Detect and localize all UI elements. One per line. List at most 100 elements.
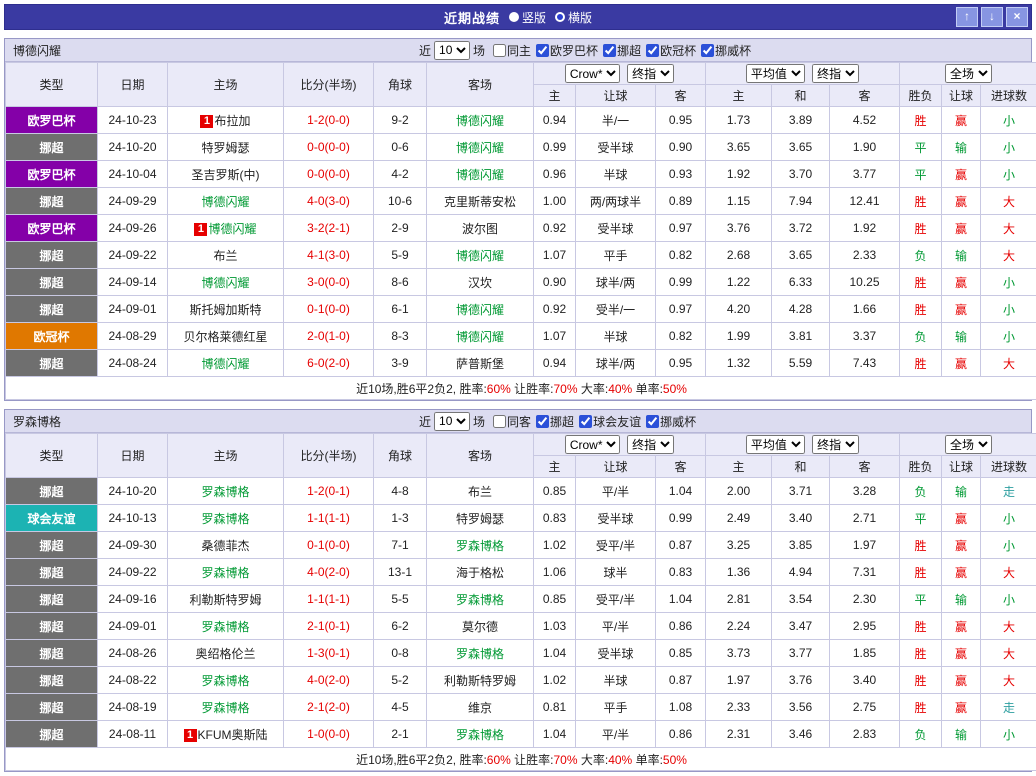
- section-header: 罗森博格 近 10 场 同客挪超球会友谊挪威杯: [5, 410, 1031, 433]
- match-row: 挪超24-09-22罗森博格4-0(2-0)13-1海于格松1.06球半0.83…: [6, 559, 1036, 586]
- corner-score: 0-6: [374, 134, 427, 161]
- competition-filter-1-checkbox[interactable]: [603, 44, 616, 57]
- avg-away: 4.52: [830, 107, 900, 134]
- avg-home: 1.97: [706, 667, 772, 694]
- competition-filter-0[interactable]: 欧罗巴杯: [536, 42, 598, 59]
- average-final-select[interactable]: 终指: [812, 64, 859, 83]
- odds-source-select[interactable]: Crow*: [565, 64, 620, 83]
- away-team: 博德闪耀: [427, 161, 534, 188]
- scope-select[interactable]: 全场: [945, 435, 992, 454]
- summary-value: 60%: [487, 382, 511, 396]
- up-arrow-icon: ↑: [964, 9, 970, 23]
- goals-result-cell: 小: [981, 505, 1036, 532]
- avg-draw: 3.71: [772, 478, 830, 505]
- col-type: 类型: [6, 434, 98, 478]
- same-venue-filter-checkbox[interactable]: [493, 44, 506, 57]
- recent-label: 近: [419, 413, 431, 430]
- odds-final-select[interactable]: 终指: [627, 435, 674, 454]
- score-cell: 6-0(2-0): [284, 350, 374, 377]
- goals-result-cell: 小: [981, 323, 1036, 350]
- match-date: 24-08-11: [98, 721, 168, 748]
- layout-option-horizontal[interactable]: 横版: [555, 9, 592, 26]
- competition-filter-2-checkbox[interactable]: [646, 415, 659, 428]
- odds-source-select[interactable]: Crow*: [565, 435, 620, 454]
- average-select[interactable]: 平均值: [746, 64, 805, 83]
- recent-count-select[interactable]: 10: [434, 41, 470, 60]
- league-badge: 欧罗巴杯: [6, 107, 98, 134]
- avg-away: 3.37: [830, 323, 900, 350]
- competition-filter-3-checkbox[interactable]: [701, 44, 714, 57]
- odds-home: 1.02: [534, 532, 576, 559]
- competition-filter-2[interactable]: 挪威杯: [646, 413, 696, 430]
- match-date: 24-08-24: [98, 350, 168, 377]
- home-team: 罗森博格: [168, 613, 284, 640]
- games-label: 场: [473, 413, 485, 430]
- odds-handicap: 平/半: [576, 721, 656, 748]
- section-header: 博德闪耀 近 10 场 同主欧罗巴杯挪超欧冠杯挪威杯: [5, 39, 1031, 62]
- scope-select[interactable]: 全场: [945, 64, 992, 83]
- away-team: 特罗姆瑟: [427, 505, 534, 532]
- competition-filter-3[interactable]: 挪威杯: [701, 42, 751, 59]
- games-label: 场: [473, 42, 485, 59]
- odds-handicap: 受半球: [576, 134, 656, 161]
- move-up-button[interactable]: ↑: [956, 7, 978, 27]
- odds-away: 0.99: [656, 269, 706, 296]
- avg-away: 3.40: [830, 667, 900, 694]
- score-cell: 4-0(3-0): [284, 188, 374, 215]
- outcome-cell: 负: [900, 242, 942, 269]
- avg-away: 7.31: [830, 559, 900, 586]
- competition-filter-0-checkbox[interactable]: [536, 44, 549, 57]
- avg-home: 3.25: [706, 532, 772, 559]
- odds-home: 1.03: [534, 613, 576, 640]
- away-team: 博德闪耀: [427, 296, 534, 323]
- col-away: 客场: [427, 434, 534, 478]
- same-venue-filter[interactable]: 同客: [493, 413, 531, 430]
- competition-filter-2[interactable]: 欧冠杯: [646, 42, 696, 59]
- competition-filter-1[interactable]: 球会友谊: [579, 413, 641, 430]
- competition-filter-0[interactable]: 挪超: [536, 413, 574, 430]
- odds-final-select[interactable]: 终指: [627, 64, 674, 83]
- league-badge: 挪超: [6, 134, 98, 161]
- home-team: 1博德闪耀: [168, 215, 284, 242]
- subcol-handicap-result: 让球: [942, 85, 981, 107]
- goals-result-cell: 大: [981, 350, 1036, 377]
- corner-score: 6-2: [374, 613, 427, 640]
- recent-count-select[interactable]: 10: [434, 412, 470, 431]
- match-date: 24-10-13: [98, 505, 168, 532]
- close-button[interactable]: ×: [1006, 7, 1028, 27]
- match-row: 挪超24-09-01罗森博格2-1(0-1)6-2莫尔德1.03平/半0.862…: [6, 613, 1036, 640]
- avg-draw: 3.65: [772, 242, 830, 269]
- avg-away: 1.90: [830, 134, 900, 161]
- match-date: 24-10-20: [98, 478, 168, 505]
- match-date: 24-09-01: [98, 613, 168, 640]
- move-down-button[interactable]: ↓: [981, 7, 1003, 27]
- same-venue-filter-checkbox[interactable]: [493, 415, 506, 428]
- competition-filter-1[interactable]: 挪超: [603, 42, 641, 59]
- same-venue-filter[interactable]: 同主: [493, 42, 531, 59]
- handicap-result-cell: 赢: [942, 613, 981, 640]
- col-home: 主场: [168, 434, 284, 478]
- odds-home: 1.02: [534, 667, 576, 694]
- competition-filter-0-checkbox[interactable]: [536, 415, 549, 428]
- odds-handicap: 受半球: [576, 640, 656, 667]
- goals-result-cell: 小: [981, 586, 1036, 613]
- competition-filter-1-checkbox[interactable]: [579, 415, 592, 428]
- away-team: 博德闪耀: [427, 134, 534, 161]
- avg-draw: 3.77: [772, 640, 830, 667]
- odds-handicap: 受平/半: [576, 532, 656, 559]
- match-date: 24-09-30: [98, 532, 168, 559]
- avg-home: 1.92: [706, 161, 772, 188]
- competition-filter-2-checkbox[interactable]: [646, 44, 659, 57]
- panel-title: 近期战绩: [444, 8, 500, 27]
- average-select[interactable]: 平均值: [746, 435, 805, 454]
- competition-filter-1-label: 球会友谊: [593, 413, 641, 430]
- layout-option-vertical[interactable]: 竖版: [509, 9, 546, 26]
- summary-label: 单率:: [632, 382, 663, 396]
- match-date: 24-09-22: [98, 242, 168, 269]
- handicap-result-cell: 输: [942, 134, 981, 161]
- league-badge: 挪超: [6, 532, 98, 559]
- average-final-select[interactable]: 终指: [812, 435, 859, 454]
- odds-home: 1.06: [534, 559, 576, 586]
- home-team: 利勒斯特罗姆: [168, 586, 284, 613]
- outcome-cell: 负: [900, 478, 942, 505]
